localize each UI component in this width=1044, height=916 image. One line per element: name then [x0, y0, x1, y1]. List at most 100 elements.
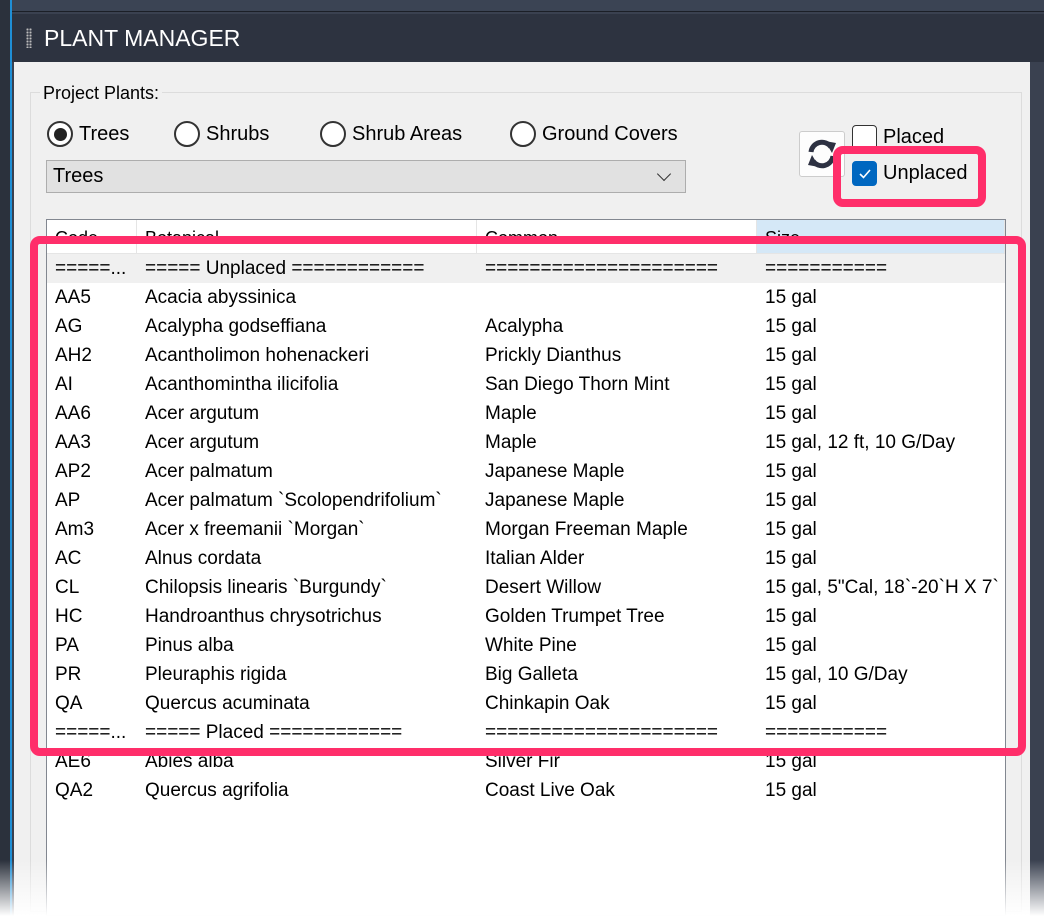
table-row[interactable]: AC Alnus cordata Italian Alder 15 gal [47, 544, 1005, 573]
cell-size: 15 gal [765, 402, 817, 424]
table-row[interactable]: AP2 Acer palmatum Japanese Maple 15 gal [47, 457, 1005, 486]
cell-botanical: Acalypha godseffiana [145, 315, 327, 337]
cell-botanical: Acer argutum [145, 402, 260, 424]
window-edge-right [1030, 62, 1044, 916]
checkbox-label: Unplaced [883, 162, 968, 184]
radio-trees[interactable]: Trees [47, 121, 129, 147]
cell-botanical: Alnus cordata [145, 547, 262, 569]
cell-botanical: Acer palmatum `Scolopendrifolium` [145, 489, 442, 511]
placed-checkbox[interactable]: Placed [852, 125, 944, 150]
cell-size: 15 gal, 5"Cal, 18`-20`H X 7` [765, 576, 999, 598]
cell-botanical: ===== Placed ============ [145, 721, 403, 743]
cell-size: =========== [765, 721, 888, 743]
radio-ground-covers[interactable]: Ground Covers [510, 121, 678, 147]
cell-botanical: Pinus alba [145, 634, 234, 656]
cell-common: Morgan Freeman Maple [485, 518, 688, 540]
radio-shrubs[interactable]: Shrubs [174, 121, 269, 147]
cell-code: AA3 [55, 431, 91, 453]
cell-size: 15 gal [765, 489, 817, 511]
table-row[interactable]: AG Acalypha godseffiana Acalypha 15 gal [47, 312, 1005, 341]
checkbox-box[interactable] [852, 161, 877, 186]
refresh-button[interactable] [799, 131, 845, 177]
window-edge [0, 0, 12, 916]
cell-code: QA [55, 692, 83, 714]
cell-code: AP [55, 489, 81, 511]
check-icon [858, 168, 871, 179]
cell-size: =========== [765, 257, 888, 279]
radio-indicator[interactable] [174, 121, 200, 147]
cell-common: Italian Alder [485, 547, 585, 569]
cell-common: San Diego Thorn Mint [485, 373, 670, 395]
cell-common: ===================== [485, 257, 719, 279]
table-row[interactable]: CL Chilopsis linearis `Burgundy` Desert Wi… [47, 573, 1005, 602]
plant-type-dropdown[interactable]: Trees [46, 160, 686, 193]
cell-common: White Pine [485, 634, 577, 656]
cell-code: HC [55, 605, 83, 627]
cell-botanical: Handroanthus chrysotrichus [145, 605, 382, 627]
radio-indicator[interactable] [47, 121, 73, 147]
column-header-botanical[interactable]: Botanical [137, 220, 477, 253]
group-separator-row[interactable]: =====... ===== Unplaced ============ =====… [47, 254, 1005, 283]
column-header-size[interactable]: Size [757, 220, 1005, 253]
table-row[interactable]: PA Pinus alba White Pine 15 gal [47, 631, 1005, 660]
cell-size: 15 gal [765, 344, 817, 366]
cell-size: 15 gal, 10 G/Day [765, 663, 908, 685]
title-bar: PLANT MANAGER [12, 14, 1044, 62]
table-row[interactable]: AI Acanthomintha ilicifolia San Diego Thor… [47, 370, 1005, 399]
table-row[interactable]: AE6 Abies alba Silver Fir 15 gal [47, 747, 1005, 776]
table-row[interactable]: QA2 Quercus agrifolia Coast Live Oak 15 gal [47, 776, 1005, 805]
drag-handle-icon[interactable] [26, 28, 32, 48]
chevron-down-icon [656, 166, 672, 181]
table-row[interactable]: PR Pleuraphis rigida Big Galleta 15 gal, 10… [47, 660, 1005, 689]
checkbox-box[interactable] [852, 125, 877, 150]
cell-common: Coast Live Oak [485, 779, 615, 801]
cell-code: AA5 [55, 286, 91, 308]
cell-botanical: Acer palmatum [145, 460, 273, 482]
cell-common: Big Galleta [485, 663, 578, 685]
cell-botanical: Acer argutum [145, 431, 260, 453]
radio-indicator[interactable] [510, 121, 536, 147]
radio-indicator[interactable] [320, 121, 346, 147]
table-row[interactable]: AP Acer palmatum `Scolopendrifolium` Japan… [47, 486, 1005, 515]
cell-size: 15 gal [765, 692, 817, 714]
cell-common: Acalypha [485, 315, 564, 337]
table-row[interactable]: AA3 Acer argutum Maple 15 gal, 12 ft, 10 G/… [47, 428, 1005, 457]
table-row[interactable]: AA6 Acer argutum Maple 15 gal [47, 399, 1005, 428]
cell-botanical: Acer x freemanii `Morgan` [145, 518, 365, 540]
unplaced-checkbox[interactable]: Unplaced [852, 161, 968, 186]
cell-code: Am3 [55, 518, 95, 540]
cell-common: Prickly Dianthus [485, 344, 622, 366]
radio-shrub-areas[interactable]: Shrub Areas [320, 121, 462, 147]
cell-code: AE6 [55, 750, 91, 772]
top-bar [0, 0, 1044, 12]
radio-label: Shrubs [206, 122, 270, 145]
cell-botanical: Abies alba [145, 750, 234, 772]
cell-common: Japanese Maple [485, 460, 625, 482]
cell-code: CL [55, 576, 80, 598]
cell-common: Maple [485, 402, 537, 424]
radio-label: Shrub Areas [352, 122, 463, 145]
cell-code: QA2 [55, 779, 94, 801]
group-label: Project Plants: [40, 83, 163, 104]
plants-table[interactable]: Code Botanical Common Size =====... =====… [46, 219, 1006, 916]
table-row[interactable]: QA Quercus acuminata Chinkapin Oak 15 gal [47, 689, 1005, 718]
cell-size: 15 gal [765, 634, 817, 656]
cell-size: 15 gal [765, 518, 817, 540]
table-row[interactable]: AA5 Acacia abyssinica 15 gal [47, 283, 1005, 312]
cell-botanical: Chilopsis linearis `Burgundy` [145, 576, 387, 598]
cell-size: 15 gal [765, 315, 817, 337]
dropdown-value: Trees [53, 165, 104, 187]
table-row[interactable]: HC Handroanthus chrysotrichus Golden Trump… [47, 602, 1005, 631]
cell-botanical: ===== Unplaced ============ [145, 257, 425, 279]
cell-botanical: Pleuraphis rigida [145, 663, 287, 685]
group-separator-row[interactable]: =====... ===== Placed ============ =======… [47, 718, 1005, 747]
cell-botanical: Acanthomintha ilicifolia [145, 373, 339, 395]
table-row[interactable]: AH2 Acantholimon hohenackeri Prickly Diant… [47, 341, 1005, 370]
cell-common: Silver Fir [485, 750, 560, 772]
table-row[interactable]: Am3 Acer x freemanii `Morgan` Morgan Freem… [47, 515, 1005, 544]
cell-common: ===================== [485, 721, 719, 743]
cell-code: AP2 [55, 460, 91, 482]
column-header-common[interactable]: Common [477, 220, 757, 253]
column-header-code[interactable]: Code [47, 220, 137, 253]
cell-size: 15 gal, 12 ft, 10 G/Day [765, 431, 956, 453]
